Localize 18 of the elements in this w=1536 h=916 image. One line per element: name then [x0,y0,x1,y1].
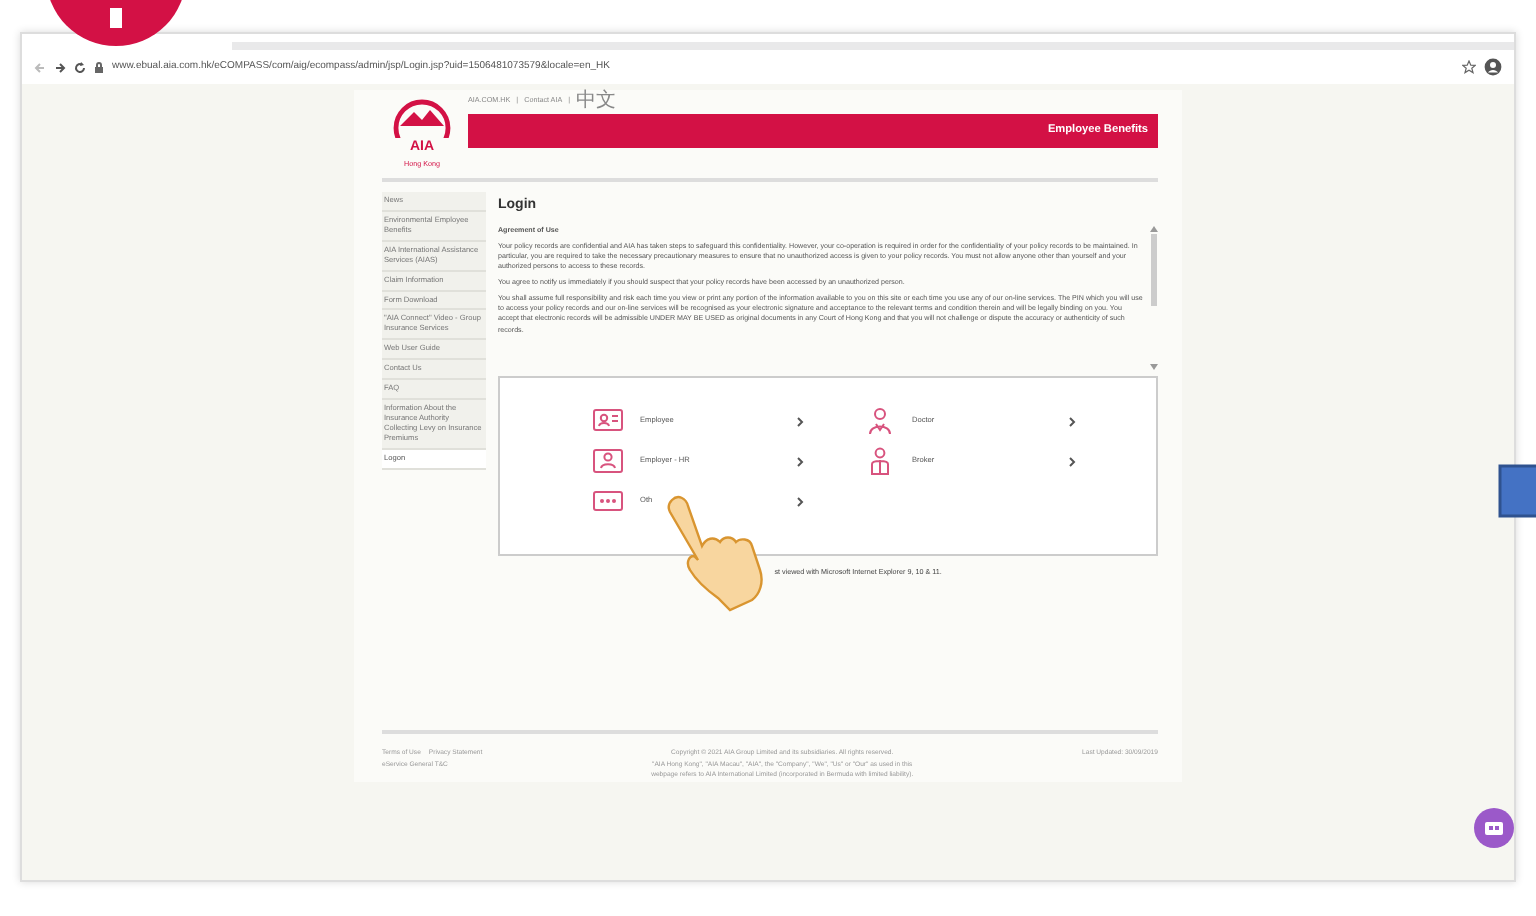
forward-icon[interactable] [54,61,66,73]
more-icon [592,486,624,516]
header-link[interactable]: 中文 [576,92,617,112]
logo-emblem-icon [392,98,452,138]
chevron-icon [1068,455,1076,467]
id-card-icon [592,406,624,436]
chat-button[interactable] [1474,808,1514,848]
chevron-icon [796,455,804,467]
id-card-icon [592,446,624,476]
account-icon[interactable] [1484,58,1502,76]
star-icon[interactable] [1462,60,1476,74]
scrollbar [1150,225,1158,369]
lock-icon [94,61,104,73]
chevron-icon [796,495,804,507]
chevron-icon [796,415,804,427]
doctor-icon [864,406,896,436]
chevron-icon [1068,415,1076,427]
reload-icon[interactable] [74,61,86,73]
